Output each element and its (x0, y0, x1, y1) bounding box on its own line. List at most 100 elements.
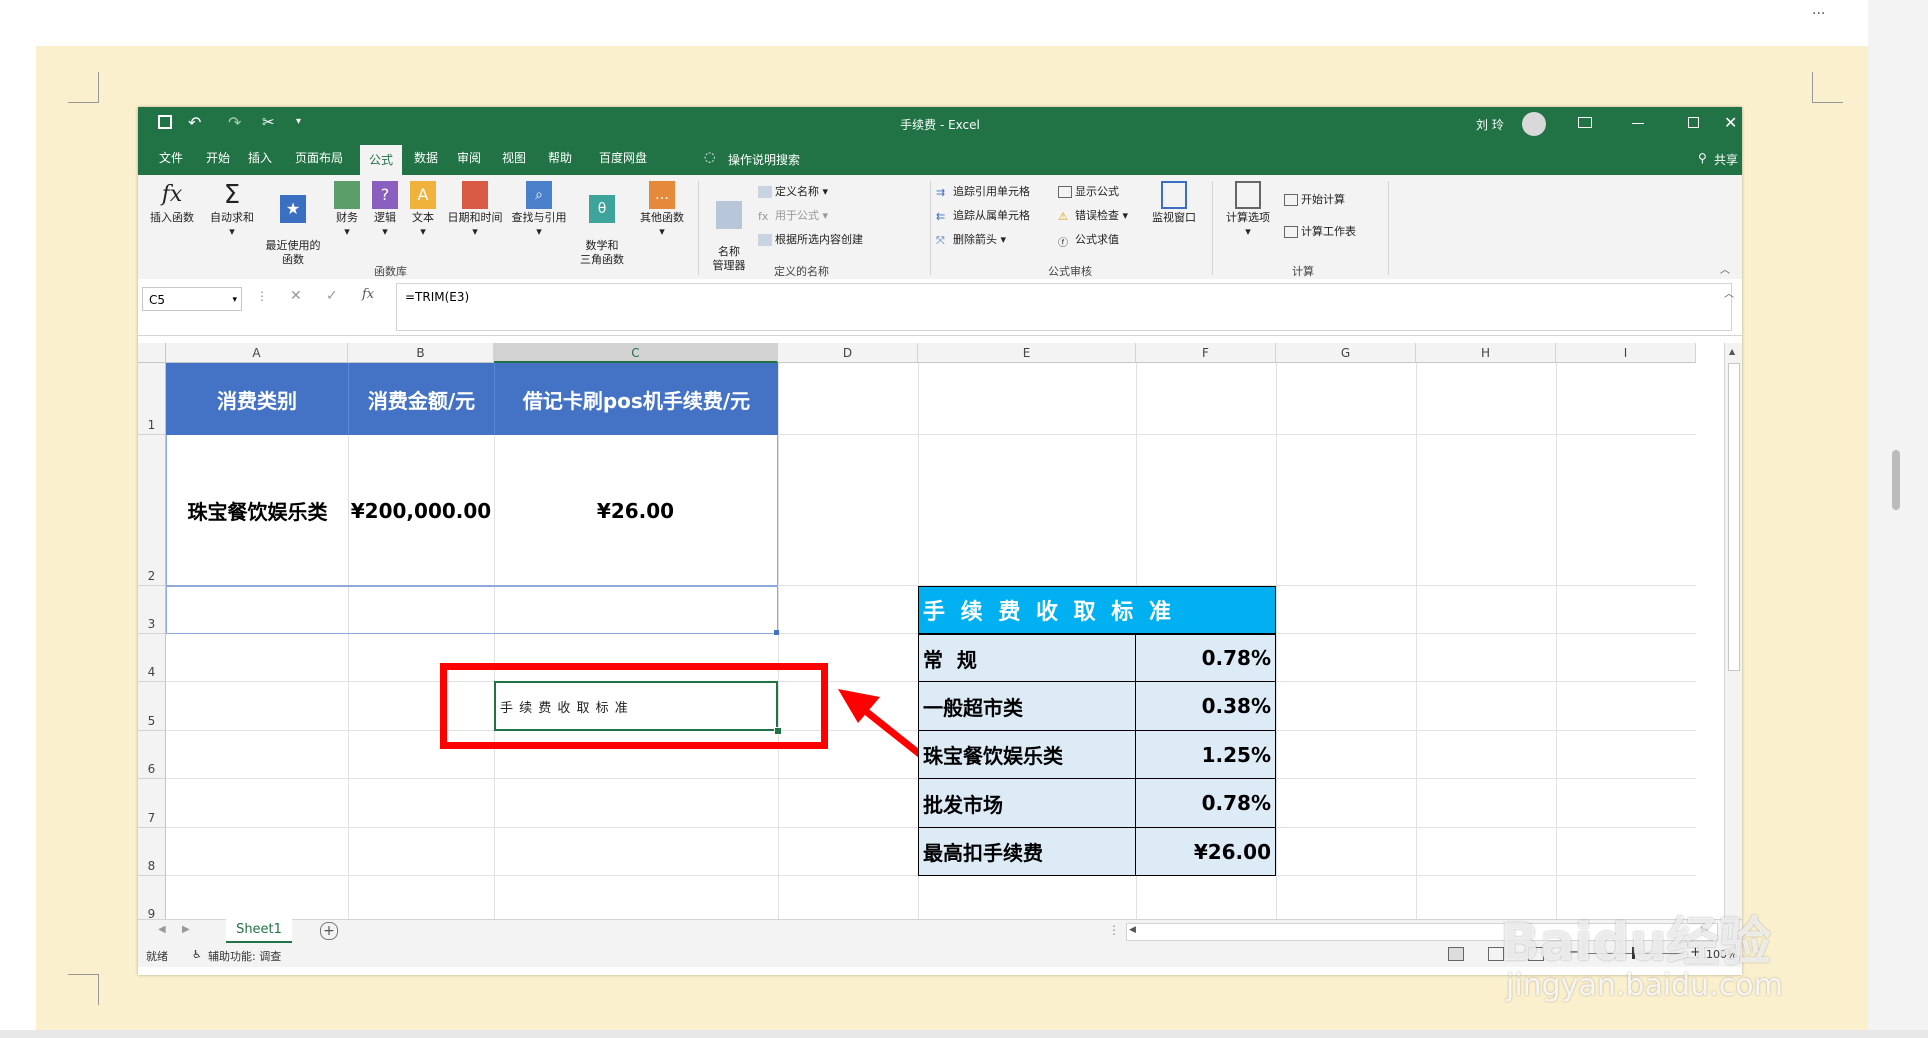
column-header-d[interactable]: D (778, 343, 918, 363)
column-header-i[interactable]: I (1556, 343, 1696, 363)
insert-function-button[interactable]: fx 插入函数 (142, 181, 202, 225)
row-header-1[interactable]: 1 (138, 363, 166, 435)
define-name-button[interactable]: 定义名称 ▾ (758, 183, 828, 199)
column-header-e[interactable]: E (918, 343, 1136, 363)
row-header-3[interactable]: 3 (138, 586, 166, 634)
evaluate-formula-button[interactable]: ⓕ 公式求值 (1058, 231, 1119, 249)
insert-function-icon[interactable]: fx (362, 287, 374, 302)
cancel-formula-icon[interactable]: ✕ (290, 288, 302, 304)
data-cell-amount[interactable]: ¥200,000.00 (348, 435, 494, 586)
fee-value-cell[interactable]: 1.25% (1136, 731, 1276, 779)
recent-functions-button[interactable]: ★ 最近使用的 函数 (260, 181, 326, 267)
expand-formula-bar-icon[interactable]: ︿ (1724, 285, 1734, 300)
confirm-formula-icon[interactable]: ✓ (326, 288, 338, 304)
remove-arrows-button[interactable]: ⤧ 删除箭头 ▾ (936, 231, 1006, 247)
trace-precedents-button[interactable]: ⇉ 追踪引用单元格 (936, 183, 1030, 199)
calculate-sheet-button[interactable]: 计算工作表 (1284, 223, 1356, 239)
fee-value-cell[interactable]: 0.78% (1136, 634, 1276, 682)
name-box[interactable]: C5 ▾ (142, 287, 242, 311)
tab-help[interactable]: 帮助 (540, 141, 580, 175)
accessibility-status[interactable]: 辅助功能: 调查 (208, 948, 281, 964)
table-resize-handle[interactable] (774, 630, 779, 635)
row-header-6[interactable]: 6 (138, 731, 166, 779)
scroll-up-icon[interactable]: ▲ (1729, 347, 1735, 356)
tell-me-search[interactable]: 操作说明搜索 (728, 151, 800, 168)
vertical-scroll-thumb[interactable] (1728, 363, 1740, 671)
viewer-scrollbar[interactable] (1868, 0, 1928, 1038)
row-header-5[interactable]: 5 (138, 682, 166, 731)
fee-label-cell[interactable]: 珠宝餐饮娱乐类 (918, 731, 1136, 779)
tab-page-layout[interactable]: 页面布局 (286, 141, 352, 175)
tab-home[interactable]: 开始 (198, 141, 238, 175)
formula-input[interactable]: =TRIM(E3) (396, 283, 1732, 331)
use-in-formula-button[interactable]: fx 用于公式 ▾ (758, 207, 828, 223)
name-manager-button[interactable]: 名称 管理器 (704, 187, 754, 273)
fee-label-cell[interactable]: 常 规 (918, 634, 1136, 682)
row-header-7[interactable]: 7 (138, 779, 166, 828)
chevron-down-icon[interactable]: ▾ (232, 288, 237, 312)
row-header-8[interactable]: 8 (138, 828, 166, 876)
sheet-tab-sheet1[interactable]: Sheet1 (226, 919, 292, 943)
data-cell-category[interactable]: 珠宝餐饮娱乐类 (166, 435, 348, 586)
calculate-now-button[interactable]: 开始计算 (1284, 191, 1345, 207)
datetime-button[interactable]: 日期和时间 ▾ (444, 181, 506, 239)
collapse-ribbon-icon[interactable]: ︿ (1720, 261, 1730, 276)
column-header-c[interactable]: C (494, 343, 778, 363)
fee-label-cell[interactable]: 最高扣手续费 (918, 828, 1136, 876)
trace-dependents-button[interactable]: ⇇ 追踪从属单元格 (936, 207, 1030, 223)
math-trig-button[interactable]: θ 数学和 三角函数 (572, 181, 632, 267)
financial-button[interactable]: 财务 ▾ (330, 181, 364, 239)
more-icon[interactable]: ··· (1812, 6, 1825, 22)
column-header-a[interactable]: A (166, 343, 348, 363)
row-header-9[interactable]: 9 (138, 876, 166, 919)
fee-value-cell[interactable]: 0.78% (1136, 779, 1276, 828)
ribbon-display-options-icon[interactable] (1578, 117, 1592, 128)
column-header-h[interactable]: H (1416, 343, 1556, 363)
fee-value-cell[interactable]: ¥26.00 (1136, 828, 1276, 876)
scroll-left-icon[interactable]: ◀ (1129, 925, 1136, 935)
minimize-icon[interactable] (1632, 123, 1644, 124)
tab-review[interactable]: 审阅 (448, 141, 490, 175)
viewer-scroll-thumb[interactable] (1892, 450, 1900, 510)
select-all-corner[interactable] (138, 343, 166, 363)
vertical-scrollbar[interactable]: ▲ (1724, 343, 1742, 919)
show-formulas-button[interactable]: 显示公式 (1058, 183, 1119, 199)
calculation-options-button[interactable]: 计算选项 ▾ (1218, 181, 1278, 239)
watch-window-button[interactable]: 监视窗口 (1144, 181, 1204, 225)
row-header-4[interactable]: 4 (138, 634, 166, 682)
tab-baidu-netdisk[interactable]: 百度网盘 (588, 141, 658, 175)
text-button[interactable]: A 文本 ▾ (406, 181, 440, 239)
tab-formulas[interactable]: 公式 (360, 145, 402, 175)
autosum-button[interactable]: Σ 自动求和 ▾ (206, 181, 258, 239)
share-button[interactable]: 共享 (1714, 151, 1738, 168)
fee-value-cell[interactable]: 0.38% (1136, 682, 1276, 731)
header-cell-category[interactable]: 消费类别 (166, 363, 348, 435)
sheet-next-icon[interactable]: ▶ (182, 924, 190, 935)
user-name[interactable]: 刘 玲 (1476, 116, 1504, 133)
restore-icon[interactable] (1688, 117, 1699, 128)
more-functions-button[interactable]: … 其他函数 ▾ (636, 181, 688, 239)
error-checking-button[interactable]: ⚠ 错误检查 ▾ (1058, 207, 1128, 223)
tab-file[interactable]: 文件 (148, 141, 194, 175)
column-header-g[interactable]: G (1276, 343, 1416, 363)
create-from-selection-button[interactable]: 根据所选内容创建 (758, 231, 863, 247)
avatar[interactable] (1522, 112, 1546, 136)
header-cell-amount[interactable]: 消费金额/元 (348, 363, 494, 435)
logical-button[interactable]: ? 逻辑 ▾ (368, 181, 402, 239)
row-header-2[interactable]: 2 (138, 435, 166, 586)
column-header-f[interactable]: F (1136, 343, 1276, 363)
fee-label-cell[interactable]: 批发市场 (918, 779, 1136, 828)
fee-label-cell[interactable]: 一般超市类 (918, 682, 1136, 731)
header-cell-fee[interactable]: 借记卡刷pos机手续费/元 (494, 363, 778, 435)
close-icon[interactable]: ✕ (1724, 113, 1737, 132)
tab-data[interactable]: 数据 (406, 141, 446, 175)
normal-view-icon[interactable] (1448, 947, 1464, 961)
lookup-button[interactable]: ⌕ 查找与引用 ▾ (508, 181, 570, 239)
data-cell-fee[interactable]: ¥26.00 (494, 435, 778, 586)
sheet-prev-icon[interactable]: ◀ (158, 924, 166, 935)
fee-table-title[interactable]: 手 续 费 收 取 标 准 (918, 586, 1276, 634)
column-header-b[interactable]: B (348, 343, 494, 363)
tab-insert[interactable]: 插入 (240, 141, 280, 175)
add-sheet-icon[interactable]: + (320, 922, 338, 940)
tab-view[interactable]: 视图 (494, 141, 534, 175)
